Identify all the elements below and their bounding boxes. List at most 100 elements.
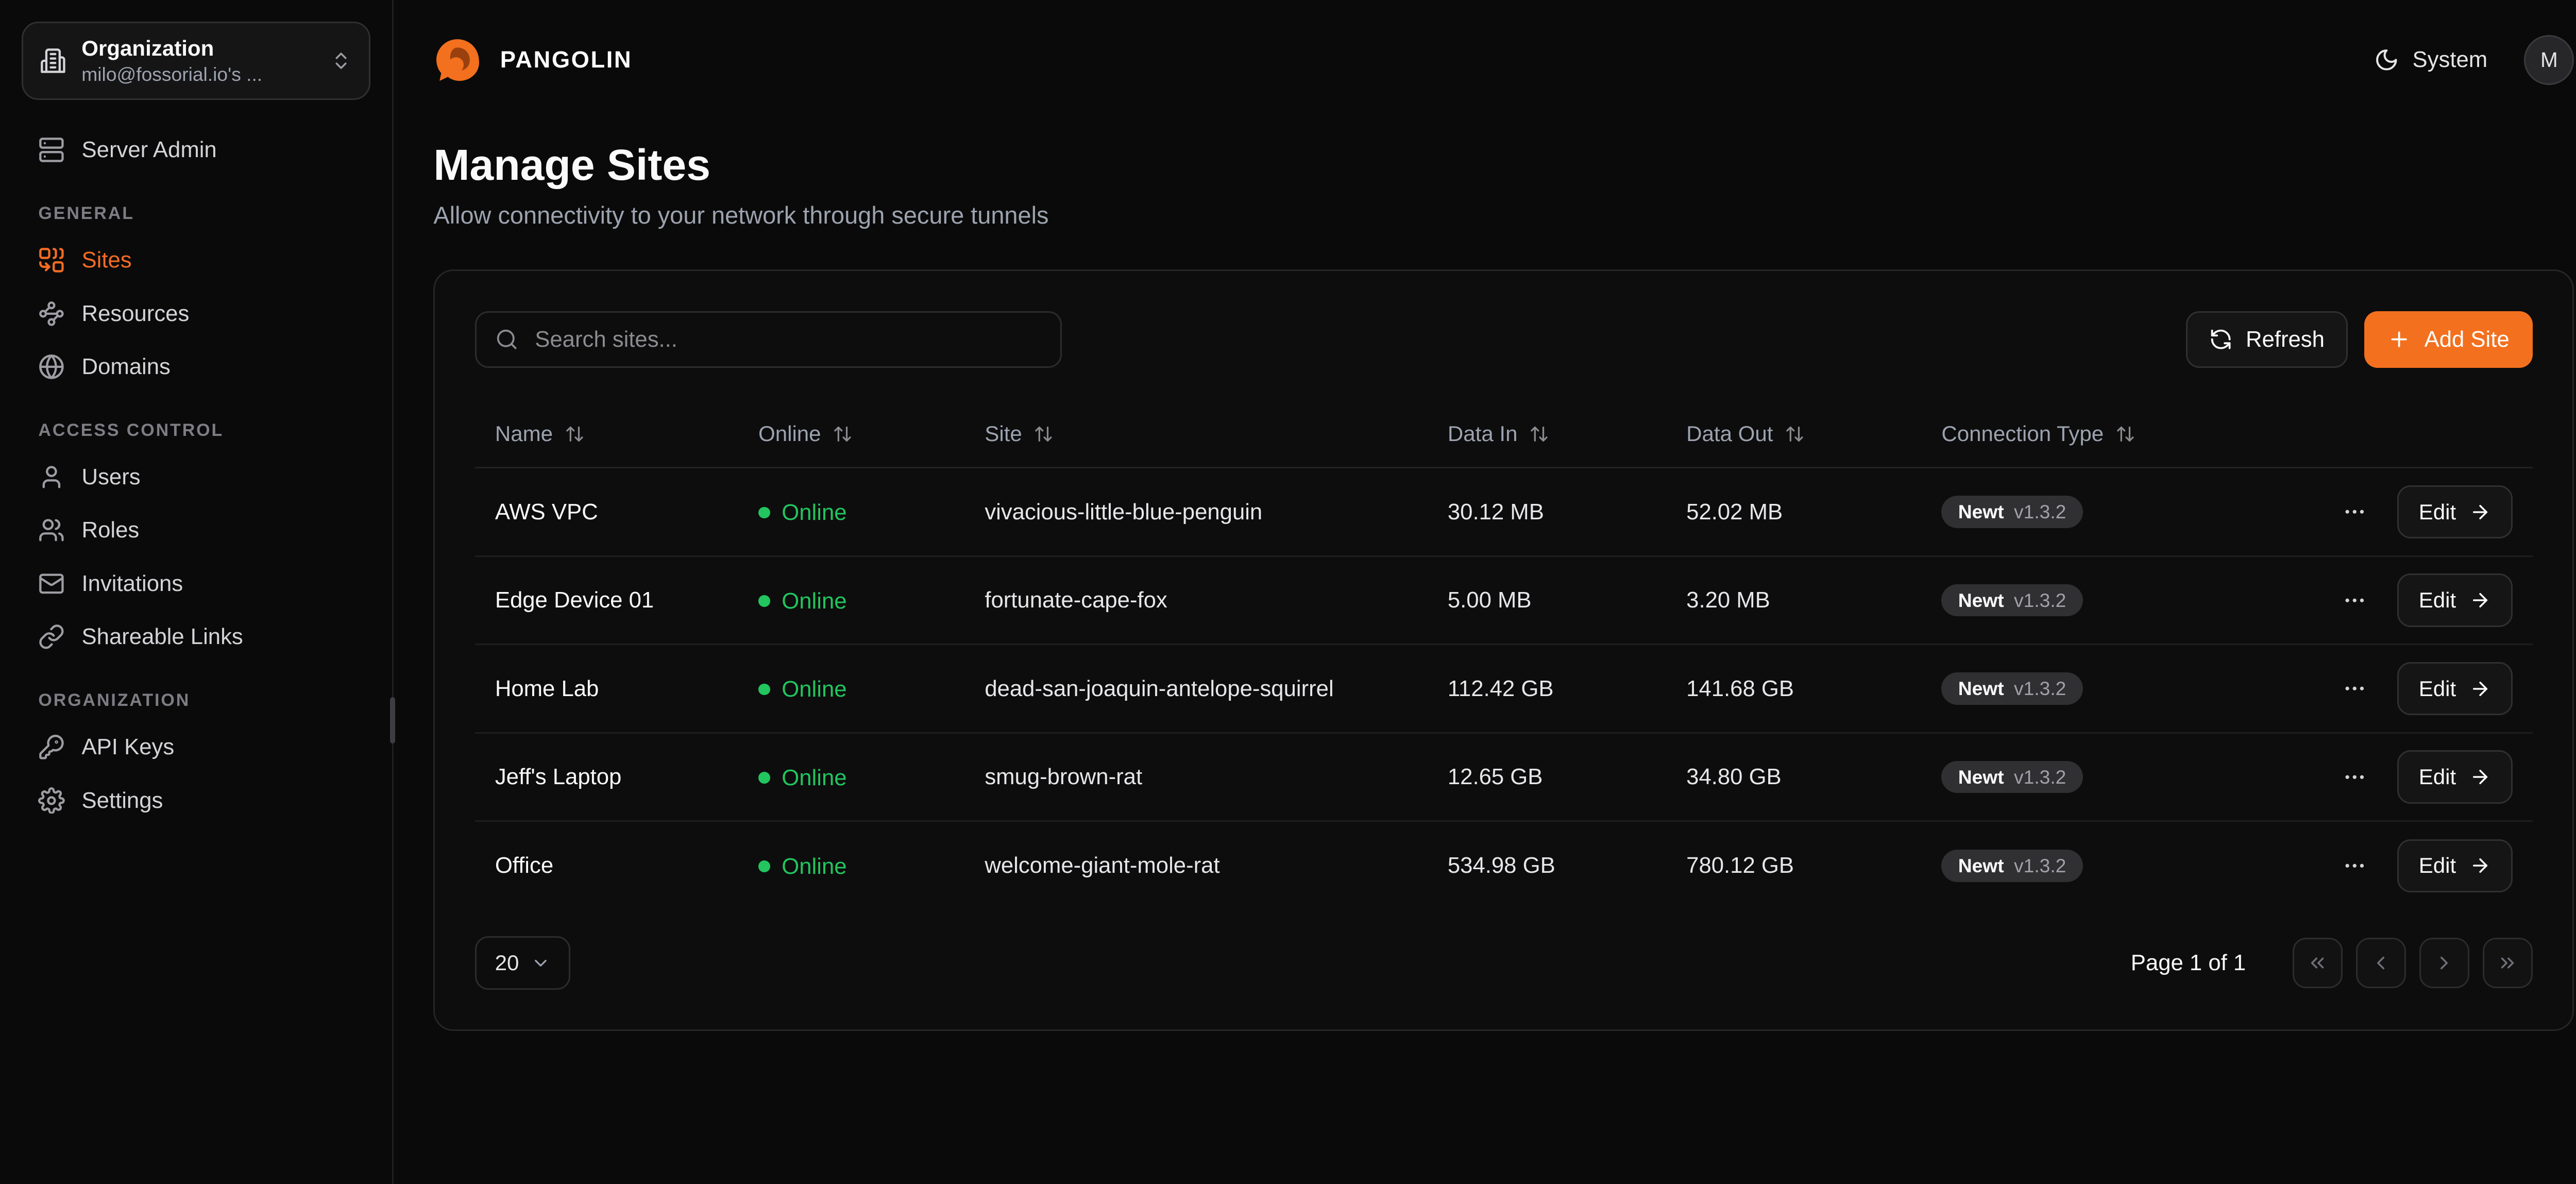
chevrons-up-down-icon (330, 50, 352, 72)
org-selector[interactable]: Organization milo@fossorial.io's ... (22, 22, 370, 100)
ellipsis-icon (2342, 499, 2367, 525)
site-name: Home Lab (475, 645, 738, 733)
client-version: v1.3.2 (2014, 678, 2066, 700)
search-box[interactable] (475, 311, 1062, 368)
online-label: Online (782, 500, 846, 526)
resources-icon (38, 300, 65, 327)
refresh-button[interactable]: Refresh (2186, 311, 2348, 368)
theme-toggle[interactable]: System (2374, 47, 2487, 73)
sidebar-item-roles[interactable]: Roles (22, 504, 370, 557)
edit-button[interactable]: Edit (2397, 662, 2513, 716)
column-header-site[interactable]: Site (964, 401, 1428, 467)
section-label-general: GENERAL (22, 177, 370, 233)
moon-icon (2374, 47, 2399, 73)
sidebar-item-shareable-links[interactable]: Shareable Links (22, 611, 370, 664)
sidebar-item-label: Users (82, 464, 141, 490)
data-out-value: 52.02 MB (1666, 468, 1921, 556)
row-menu-button[interactable] (2335, 758, 2374, 796)
topbar-right: System M (2374, 35, 2574, 85)
sidebar-item-invitations[interactable]: Invitations (22, 557, 370, 611)
column-header-online[interactable]: Online (738, 401, 964, 467)
online-dot-icon (758, 772, 770, 784)
column-header-name[interactable]: Name (475, 401, 738, 467)
online-label: Online (782, 854, 846, 879)
edit-button[interactable]: Edit (2397, 485, 2513, 539)
ellipsis-icon (2342, 853, 2367, 878)
page-subtitle: Allow connectivity to your network throu… (433, 201, 2574, 229)
sidebar-item-settings[interactable]: Settings (22, 774, 370, 827)
plus-icon (2387, 328, 2411, 351)
arrow-right-icon (2469, 589, 2491, 611)
online-dot-icon (758, 595, 770, 607)
client-version: v1.3.2 (2014, 766, 2066, 788)
link-icon (38, 623, 65, 650)
card-toolbar: Refresh Add Site (475, 311, 2533, 368)
pagination: Page 1 of 1 (2131, 938, 2533, 988)
sites-card: Refresh Add Site Name Online Site Data I… (433, 269, 2574, 1031)
sort-icon (1033, 424, 1054, 444)
key-icon (38, 734, 65, 760)
sidebar-item-server-admin[interactable]: Server Admin (22, 124, 370, 177)
data-out-value: 34.80 GB (1666, 733, 1921, 821)
column-header-data-out[interactable]: Data Out (1666, 401, 1921, 467)
theme-label: System (2413, 47, 2488, 73)
data-in-value: 12.65 GB (1428, 733, 1666, 821)
row-menu-button[interactable] (2335, 669, 2374, 707)
sidebar-item-label: Domains (82, 354, 171, 380)
row-menu-button[interactable] (2335, 847, 2374, 885)
client-name: Newt (1958, 766, 2004, 788)
sidebar-item-api-keys[interactable]: API Keys (22, 720, 370, 774)
first-page-button[interactable] (2293, 938, 2343, 988)
online-status: Online (758, 854, 847, 879)
sidebar-item-sites[interactable]: Sites (22, 233, 370, 287)
sidebar-item-resources[interactable]: Resources (22, 287, 370, 341)
site-slug: smug-brown-rat (964, 733, 1428, 821)
sort-icon (1529, 424, 1549, 444)
arrow-right-icon (2469, 678, 2491, 700)
column-header-connection-type[interactable]: Connection Type (1922, 401, 2327, 467)
search-input[interactable] (532, 325, 1042, 354)
site-slug: fortunate-cape-fox (964, 556, 1428, 645)
gear-icon (38, 787, 65, 814)
sidebar-item-label: Resources (82, 301, 190, 327)
page-size-select[interactable]: 20 (475, 936, 570, 990)
table-row: Jeff's Laptop Online smug-brown-rat 12.6… (475, 733, 2533, 821)
page-title: Manage Sites (433, 140, 2574, 190)
sidebar-item-label: Invitations (82, 571, 183, 597)
next-page-button[interactable] (2419, 938, 2469, 988)
ellipsis-icon (2342, 588, 2367, 613)
globe-icon (38, 353, 65, 380)
app-root: Organization milo@fossorial.io's ... Ser… (0, 0, 2576, 1184)
chevrons-right-icon (2497, 952, 2518, 974)
add-site-button[interactable]: Add Site (2364, 311, 2532, 368)
edit-button[interactable]: Edit (2397, 573, 2513, 627)
row-menu-button[interactable] (2335, 581, 2374, 619)
arrow-right-icon (2469, 855, 2491, 876)
avatar[interactable]: M (2524, 35, 2574, 85)
chevron-left-icon (2370, 952, 2392, 974)
sidebar-item-users[interactable]: Users (22, 450, 370, 504)
org-subtitle: milo@fossorial.io's ... (81, 62, 315, 87)
online-status: Online (758, 676, 847, 702)
sort-icon (565, 424, 585, 444)
data-out-value: 780.12 GB (1666, 821, 1921, 910)
client-version: v1.3.2 (2014, 855, 2066, 877)
edit-button[interactable]: Edit (2397, 750, 2513, 804)
sidebar-item-domains[interactable]: Domains (22, 340, 370, 394)
sidebar-scrollbar[interactable] (390, 697, 395, 744)
table-row: AWS VPC Online vivacious-little-blue-pen… (475, 468, 2533, 556)
sort-icon (2115, 424, 2136, 444)
row-menu-button[interactable] (2335, 493, 2374, 531)
previous-page-button[interactable] (2356, 938, 2406, 988)
sites-table: Name Online Site Data In Data Out Connec… (475, 401, 2533, 909)
client-version: v1.3.2 (2014, 589, 2066, 612)
site-name: AWS VPC (475, 468, 738, 556)
page-info: Page 1 of 1 (2131, 950, 2246, 976)
last-page-button[interactable] (2483, 938, 2533, 988)
pager-buttons (2293, 938, 2533, 988)
edit-button[interactable]: Edit (2397, 839, 2513, 893)
online-label: Online (782, 676, 846, 702)
server-icon (38, 137, 65, 163)
sidebar-item-label: API Keys (82, 734, 175, 760)
column-header-data-in[interactable]: Data In (1428, 401, 1666, 467)
